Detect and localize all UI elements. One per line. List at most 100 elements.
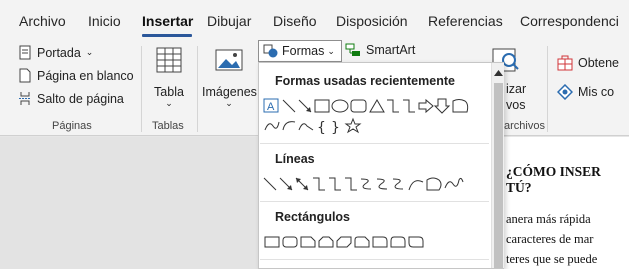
round-diagonal-rectangle-shape-icon [408,236,424,248]
flowchart-shape-icon [452,99,469,113]
tab-disposicion[interactable]: Disposición [336,13,408,29]
mis-complementos-label: Mis co [578,85,615,99]
imagenes-button[interactable]: Imágenes ⌄ [202,46,257,108]
text-box-shape-icon: A [263,98,279,113]
curve-shape-icon [408,180,424,191]
salto-de-pagina-button[interactable]: Salto de página [18,91,124,106]
caret-up-icon [494,70,503,76]
section-divider [260,259,489,260]
tabla-button[interactable]: Tabla ⌄ [148,46,190,108]
smartart-label: SmartArt [366,43,416,57]
chevron-down-icon: ⌄ [165,98,173,108]
chevron-down-icon: ⌄ [327,45,335,56]
curved-arrow-connector-shape-icon [376,178,388,190]
tab-correspondencia[interactable]: Correspondenci [520,13,619,29]
lines-shapes-row[interactable] [263,173,491,195]
active-tab-indicator [142,34,192,37]
group-label-tablas: Tablas [152,120,184,132]
group-separator [197,46,198,132]
line-shape-icon [282,99,296,113]
recent-shapes-row[interactable]: { } [263,115,491,137]
tab-inicio[interactable]: Inicio [88,13,121,29]
scroll-up-button[interactable] [492,65,505,81]
recent-shapes-row[interactable]: A [263,95,491,117]
store-icon [557,55,573,71]
formas-label: Formas [282,44,325,58]
elbow-arrow-connector-shape-icon [403,99,415,113]
right-arrow-shape-icon [418,98,434,114]
snip-same-side-rectangle-shape-icon [318,236,334,248]
obtener-complementos-button[interactable]: Obtene [557,55,619,71]
snip-diagonal-rectangle-shape-icon [336,236,352,248]
curve-shape-icon [298,123,314,131]
arrow-line-shape-icon [298,99,312,113]
archivos-text-partial-1: izar [506,82,527,96]
formas-button[interactable]: Formas ⌄ [258,40,342,62]
table-icon [148,46,190,77]
smartart-button[interactable]: SmartArt [345,43,415,57]
rectangle-shape-icon [264,236,280,248]
snip-corner-rectangle-shape-icon [300,236,316,248]
section-heading-rectangles: Rectángulos [275,210,351,224]
picture-icon [202,46,256,77]
tab-insertar[interactable]: Insertar [142,13,193,29]
group-separator [141,46,142,132]
elbow-double-arrow-connector-shape-icon [345,177,357,191]
section-heading-lines: Líneas [275,152,315,166]
pagina-en-blanco-button[interactable]: Página en blanco [18,68,134,83]
rectangle-shape-icon [314,99,330,113]
elbow-arrow-connector-shape-icon [329,177,341,191]
section-divider [260,201,489,202]
shapes-icon [263,44,279,58]
arc-shape-icon [282,121,296,131]
curved-double-arrow-connector-shape-icon [392,178,404,190]
salto-de-pagina-label: Salto de página [37,91,124,106]
svg-text:A: A [267,101,275,113]
line-shape-icon [263,177,277,191]
chevron-down-icon: ⌄ [225,98,233,108]
double-arrow-line-shape-icon [295,177,309,191]
freeform-shape-icon [426,177,442,191]
portada-button[interactable]: Portada ⌄ [18,45,93,60]
elbow-connector-shape-icon [313,177,325,191]
cover-page-icon [18,45,32,60]
document-heading: ¿CÓMO INSER TÚ? [506,164,601,195]
document-line: teres que se puede [506,252,598,266]
tab-archivo[interactable]: Archivo [19,13,66,29]
blank-page-icon [18,68,32,83]
archivos-text-partial-2: vos [506,98,526,112]
section-heading-recent: Formas usadas recientemente [275,74,455,88]
triangle-shape-icon [369,99,385,113]
round-single-corner-rectangle-shape-icon [372,236,388,248]
scribble-shape-icon [444,177,464,189]
chevron-down-icon: ⌄ [85,47,94,57]
freeform-shape-icon [264,121,280,131]
group-label-paginas: Páginas [52,120,92,132]
tab-dibujar[interactable]: Dibujar [207,13,251,29]
round-same-side-rectangle-shape-icon [390,236,406,248]
star-shape-icon [344,117,362,134]
tab-referencias[interactable]: Referencias [428,13,503,29]
portada-label: Portada [37,45,81,60]
scrollbar-thumb[interactable] [494,83,503,268]
rectangles-shapes-row[interactable] [263,231,491,253]
left-brace-shape-icon: { [317,120,326,136]
dropdown-scrollbar[interactable] [491,63,504,268]
document-line: anera más rápida [506,212,591,226]
obtener-label: Obtene [578,56,620,70]
imagenes-label: Imágenes [202,85,257,99]
group-label-archivos: archivos [504,120,545,132]
rounded-rectangle-shape-icon [350,99,367,113]
elbow-connector-shape-icon [387,99,399,113]
tab-diseno[interactable]: Diseño [273,13,317,29]
pagina-en-blanco-label: Página en blanco [37,68,134,83]
oval-shape-icon [331,99,349,113]
mis-complementos-button[interactable]: Mis co [557,84,614,100]
ribbon-tab-bar: Archivo Inicio Insertar Dibujar Diseño D… [0,0,629,40]
arrow-line-shape-icon [279,177,293,191]
snip-round-rectangle-shape-icon [354,236,370,248]
shapes-dropdown: Formas usadas recientemente A { } Líneas [258,62,504,269]
addins-icon [557,84,573,100]
curved-connector-shape-icon [360,178,372,190]
document-line: caracteres de mar [506,232,594,246]
